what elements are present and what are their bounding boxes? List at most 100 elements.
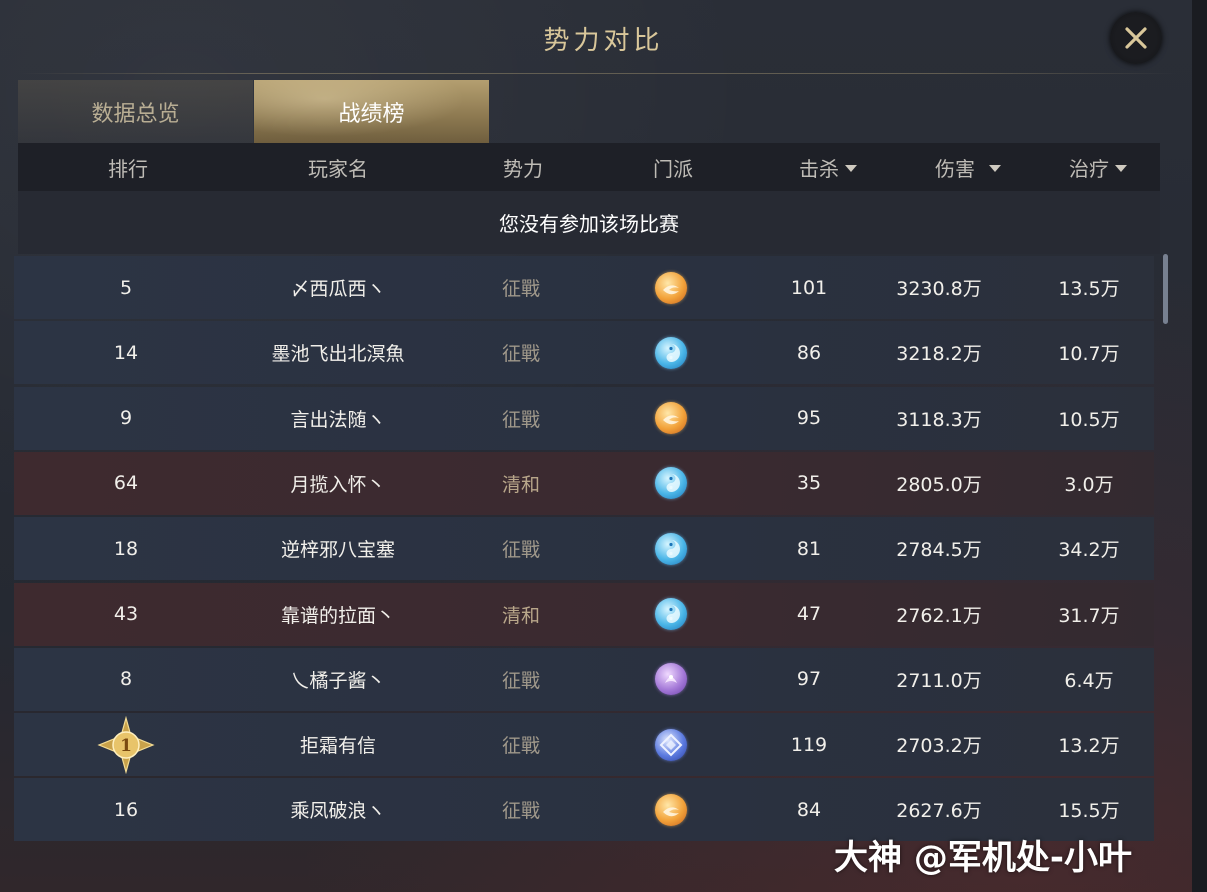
rank-cell: 14 <box>56 321 196 384</box>
healing-value: 15.5万 <box>1058 800 1120 823</box>
close-button[interactable] <box>1110 12 1162 64</box>
column-label: 势力 <box>503 156 543 181</box>
player-name: 逆梓邪八宝塞 <box>280 539 395 562</box>
kills-value: 81 <box>796 537 822 560</box>
faction-text: 征戰 <box>501 800 540 823</box>
rank-cell: 8 <box>56 648 196 711</box>
kills-value: 47 <box>796 603 822 625</box>
tab-data-overview[interactable]: 数据总览 <box>18 80 253 143</box>
sort-kills-button[interactable]: 击杀 <box>763 143 893 191</box>
damage-cell: 3230.8万 <box>874 256 1004 319</box>
player-name: 〆西瓜西ヽ <box>290 278 386 300</box>
player-name-cell: 月揽入怀丶 <box>228 452 448 515</box>
faction-text: 征戰 <box>501 735 540 758</box>
damage-cell: 2703.2万 <box>874 713 1004 776</box>
player-name: 月揽入怀丶 <box>290 473 386 496</box>
rank-text: 64 <box>113 472 139 495</box>
blue-sect-icon <box>655 532 687 565</box>
rank-cell: 5 <box>56 256 196 319</box>
faction-text: 征戰 <box>501 278 540 300</box>
sort-arrow-icon <box>989 164 1001 172</box>
player-name: 乀橘子酱丶 <box>290 669 386 692</box>
close-icon <box>1125 27 1147 49</box>
kills-cell: 97 <box>749 648 869 711</box>
faction-text: 清和 <box>501 473 540 496</box>
healing-cell: 6.4万 <box>1024 648 1154 711</box>
healing-value: 31.7万 <box>1058 604 1120 627</box>
sect-cell <box>608 517 734 580</box>
player-name-cell: 逆梓邪八宝塞 <box>228 517 448 580</box>
kills-value: 97 <box>796 668 822 691</box>
healing-value: 13.5万 <box>1058 278 1120 300</box>
sect-cell <box>608 648 734 711</box>
player-name: 靠谱的拉面丶 <box>280 604 395 627</box>
kills-cell: 86 <box>749 321 869 384</box>
column-label: 门派 <box>653 156 693 181</box>
damage-cell: 3218.2万 <box>874 321 1004 384</box>
rank-cell: 64 <box>56 452 196 515</box>
gold-medal-icon: 1 <box>97 715 155 774</box>
column-label: 击杀 <box>799 156 839 181</box>
blue-sect-icon <box>655 598 687 630</box>
player-name: 乘凤破浪ヽ <box>290 800 386 823</box>
damage-value: 3118.3万 <box>896 408 982 431</box>
healing-cell: 34.2万 <box>1024 517 1154 580</box>
column-label: 排行 <box>108 156 148 181</box>
table-row[interactable]: 18 逆梓邪八宝塞 征戰 81 2784.5万 34.2万 <box>14 517 1154 581</box>
rank-text: 14 <box>113 341 139 364</box>
rank-cell: 43 <box>56 583 196 646</box>
player-name: 言出法随ヽ <box>290 408 386 431</box>
kills-value: 95 <box>796 407 822 430</box>
rank-cell: 18 <box>56 517 196 580</box>
rank-text: 16 <box>113 798 139 821</box>
sort-healing-button[interactable]: 治疗 <box>1038 143 1158 191</box>
healing-value: 10.7万 <box>1058 343 1120 366</box>
kills-value: 101 <box>790 276 828 299</box>
healing-cell: 10.5万 <box>1024 387 1154 450</box>
tab-label: 数据总览 <box>91 101 180 127</box>
rank-text: 43 <box>113 603 139 625</box>
table-row[interactable]: 1 拒霜有信 征戰 119 2703.2万 13.2万 <box>14 713 1154 777</box>
sort-damage-button[interactable]: 伤害 <box>898 143 1038 191</box>
rank-text: 18 <box>113 537 139 560</box>
player-name-cell: 〆西瓜西ヽ <box>228 256 448 319</box>
healing-cell: 13.5万 <box>1024 256 1154 319</box>
healing-value: 10.5万 <box>1058 408 1120 431</box>
sect-cell <box>608 321 734 384</box>
player-name-cell: 乀橘子酱丶 <box>228 648 448 711</box>
table-row[interactable]: 5 〆西瓜西ヽ 征戰 101 3230.8万 13.5万 <box>14 256 1154 319</box>
table-row[interactable]: 9 言出法随ヽ 征戰 95 3118.3万 10.5万 <box>14 386 1154 450</box>
healing-cell: 13.2万 <box>1024 713 1154 776</box>
healing-value: 13.2万 <box>1058 735 1120 758</box>
kills-cell: 35 <box>749 452 869 515</box>
blue-sect-icon <box>655 336 687 369</box>
damage-value: 2762.1万 <box>896 604 982 627</box>
table-row[interactable]: 64 月揽入怀丶 清和 35 2805.0万 3.0万 <box>14 451 1154 515</box>
table-row[interactable]: 14 墨池飞出北溟魚 征戰 86 3218.2万 10.7万 <box>14 321 1154 385</box>
damage-value: 3230.8万 <box>896 278 982 300</box>
orange-sect-icon <box>655 793 687 826</box>
purple-sect-icon <box>655 663 687 696</box>
tab-battle-rankings[interactable]: 战绩榜 <box>254 80 489 143</box>
kills-cell: 81 <box>749 517 869 580</box>
healing-cell: 10.7万 <box>1024 321 1154 384</box>
table-row[interactable]: 8 乀橘子酱丶 征戰 97 2711.0万 6.4万 <box>14 647 1154 711</box>
rank-text: 9 <box>119 407 133 430</box>
damage-value: 2805.0万 <box>896 473 982 496</box>
column-header-faction: 势力 <box>458 143 588 191</box>
player-name-cell: 乘凤破浪ヽ <box>228 778 448 841</box>
faction-cell: 征戰 <box>458 517 584 580</box>
scrollbar-thumb[interactable] <box>1163 254 1168 324</box>
damage-cell: 2762.1万 <box>874 583 1004 646</box>
kills-value: 119 <box>790 733 828 756</box>
kills-value: 35 <box>796 472 822 495</box>
damage-value: 2703.2万 <box>896 735 982 758</box>
player-name-cell: 靠谱的拉面丶 <box>228 583 448 646</box>
damage-cell: 2805.0万 <box>874 452 1004 515</box>
healing-cell: 3.0万 <box>1024 452 1154 515</box>
table-row[interactable]: 43 靠谱的拉面丶 清和 47 2762.1万 31.7万 <box>14 582 1154 646</box>
background-strip <box>1192 0 1207 892</box>
column-label: 玩家名 <box>308 156 368 181</box>
healing-value: 34.2万 <box>1058 539 1120 562</box>
sort-arrow-icon <box>845 164 857 172</box>
